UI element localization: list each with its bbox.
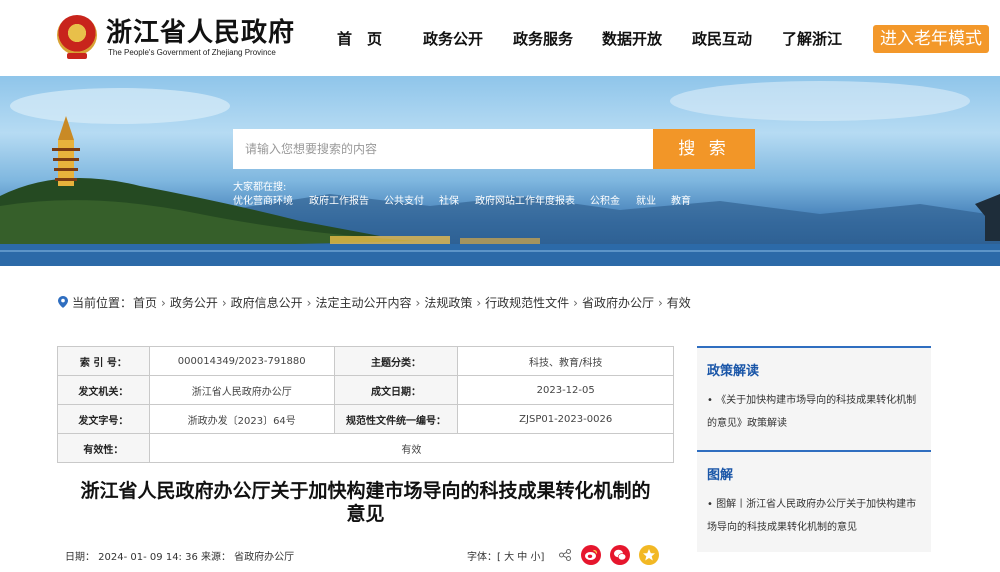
nav-open-data[interactable]: 数据开放 <box>602 28 662 49</box>
policy-interpretation-link[interactable]: • 《关于加快构建市场导向的科技成果转化机制的意见》政策解读 <box>707 389 921 435</box>
font-size-switcher: 字体：[ 大 中 小] <box>467 548 544 563</box>
document-number-label: 发文字号： <box>57 404 150 434</box>
validity-value: 有效 <box>148 433 675 463</box>
breadcrumb-regulations[interactable]: 法规政策 <box>424 296 472 310</box>
search-box <box>233 129 653 169</box>
nav-gov-services[interactable]: 政务服务 <box>513 28 573 49</box>
graphic-interpretation-link[interactable]: • 图解丨浙江省人民政府办公厅关于加快构建市场导向的科技成果转化机制的意见 <box>707 493 921 539</box>
national-emblem-icon <box>57 15 97 59</box>
search-input[interactable] <box>233 129 653 169</box>
topic-category-label: 主题分类： <box>333 346 459 376</box>
index-number-label: 索 引 号： <box>57 346 150 376</box>
written-date-value: 2023-12-05 <box>457 375 674 405</box>
document-meta: 日期： 2024- 01- 09 14: 36 来源： 省政府办公厅 <box>65 552 295 563</box>
breadcrumb-gov-info-open[interactable]: 政府信息公开 <box>231 296 303 310</box>
nav-about-zhejiang[interactable]: 了解浙江 <box>782 28 842 49</box>
breadcrumb-separator: › <box>306 296 312 310</box>
qzone-share-button[interactable] <box>639 545 659 565</box>
graphic-interpretation-panel: 图解 • 图解丨浙江省人民政府办公厅关于加快构建市场导向的科技成果转化机制的意见 <box>697 450 931 552</box>
breadcrumb-separator: › <box>161 296 166 310</box>
breadcrumb-gov-affairs-open[interactable]: 政务公开 <box>170 296 218 310</box>
hot-search-label: 大家都在搜: <box>233 182 287 193</box>
nav-interaction[interactable]: 政民互动 <box>692 28 752 49</box>
breadcrumb-home[interactable]: 首页 <box>133 296 157 310</box>
document-title: 浙江省人民政府办公厅关于加快构建市场导向的科技成果转化机制的 意见 <box>57 480 674 526</box>
breadcrumb-valid[interactable]: 有效 <box>667 296 691 310</box>
breadcrumb-general-office[interactable]: 省政府办公厅 <box>582 296 654 310</box>
wechat-share-button[interactable] <box>610 545 630 565</box>
document-info-table: 索 引 号： 000014349/2023-791880 主题分类： 科技、教育… <box>57 346 675 463</box>
pagoda-icon <box>52 116 80 186</box>
font-size-large[interactable]: 大 <box>504 552 514 563</box>
validity-label: 有效性： <box>57 433 150 463</box>
location-pin-icon <box>58 296 68 308</box>
site-title[interactable]: 浙江省人民政府 <box>106 12 295 49</box>
hot-search-item[interactable]: 政府网站工作年度报表 <box>475 192 575 207</box>
hot-search-item[interactable]: 就业 <box>636 192 656 207</box>
unified-number-label: 规范性文件统一编号： <box>333 404 459 434</box>
breadcrumb-normative-docs[interactable]: 行政规范性文件 <box>485 296 569 310</box>
table-row: 发文字号： 浙政办发〔2023〕64号 规范性文件统一编号： ZJSP01-20… <box>57 404 674 434</box>
search-button[interactable]: 搜 索 <box>653 129 755 169</box>
table-row: 索 引 号： 000014349/2023-791880 主题分类： 科技、教育… <box>57 346 674 376</box>
site-subtitle: The People's Government of Zhejiang Prov… <box>108 48 276 57</box>
breadcrumb-separator: › <box>415 296 421 310</box>
font-size-bracket-open: [ <box>497 552 501 563</box>
weibo-share-button[interactable] <box>581 545 601 565</box>
hot-search-item[interactable]: 教育 <box>671 192 691 207</box>
font-size-bracket-close: ] <box>540 552 545 563</box>
topic-category-value: 科技、教育/科技 <box>457 346 674 376</box>
breadcrumb-separator: › <box>573 296 578 310</box>
nav-home[interactable]: 首 页 <box>337 28 382 49</box>
breadcrumb-lead: 当前位置： <box>72 296 133 310</box>
table-row: 有效性： 有效 <box>57 433 675 463</box>
policy-interpretation-panel: 政策解读 • 《关于加快构建市场导向的科技成果转化机制的意见》政策解读 <box>697 346 931 450</box>
elder-mode-button[interactable]: 进入老年模式 <box>873 25 989 53</box>
document-number-value: 浙政办发〔2023〕64号 <box>148 404 335 434</box>
table-row: 发文机关： 浙江省人民政府办公厅 成文日期： 2023-12-05 <box>57 375 674 405</box>
document-title-line2: 意见 <box>346 503 385 525</box>
breadcrumb-separator: › <box>221 296 227 310</box>
hot-search-item[interactable]: 公积金 <box>590 192 620 207</box>
breadcrumb-statutory-content[interactable]: 法定主动公开内容 <box>315 296 411 310</box>
weibo-icon <box>585 549 598 560</box>
breadcrumb-separator: › <box>476 296 482 310</box>
font-size-medium[interactable]: 中 <box>517 552 527 563</box>
nav-gov-affairs-open[interactable]: 政务公开 <box>423 28 483 49</box>
index-number-value: 000014349/2023-791880 <box>148 346 335 376</box>
document-title-line1: 浙江省人民政府办公厅关于加快构建市场导向的科技成果转化机制的 <box>80 480 651 502</box>
breadcrumb-separator: › <box>657 296 663 310</box>
site-header: 浙江省人民政府 The People's Government of Zheji… <box>0 0 1000 76</box>
issuing-agency-label: 发文机关： <box>57 375 150 405</box>
west-lake-landscape <box>0 81 1000 266</box>
font-size-small[interactable]: 小 <box>530 552 540 563</box>
search-banner: 搜 索 大家都在搜: 优化营商环境 政府工作报告 公共支付 社保 政府网站工作年… <box>0 76 1000 266</box>
unified-number-value: ZJSP01-2023-0026 <box>457 404 674 434</box>
hot-search-item[interactable]: 社保 <box>439 192 459 207</box>
qzone-star-icon <box>643 549 655 561</box>
hot-search-item[interactable]: 公共支付 <box>384 192 424 207</box>
policy-interpretation-heading: 政策解读 <box>707 364 760 379</box>
written-date-label: 成文日期： <box>333 375 459 405</box>
wechat-icon <box>614 549 627 561</box>
hot-search-item[interactable]: 政府工作报告 <box>309 192 369 207</box>
font-size-label: 字体： <box>467 552 497 563</box>
graphic-interpretation-heading: 图解 <box>707 468 734 483</box>
issuing-agency-value: 浙江省人民政府办公厅 <box>148 375 335 405</box>
share-icon[interactable] <box>559 549 571 561</box>
hot-search-item[interactable]: 优化营商环境 <box>233 192 293 207</box>
breadcrumb-items: 首页 › 政务公开 › 政府信息公开 › 法定主动公开内容 › 法规政策 › 行政规范性文件 › 省政府… <box>133 294 691 311</box>
